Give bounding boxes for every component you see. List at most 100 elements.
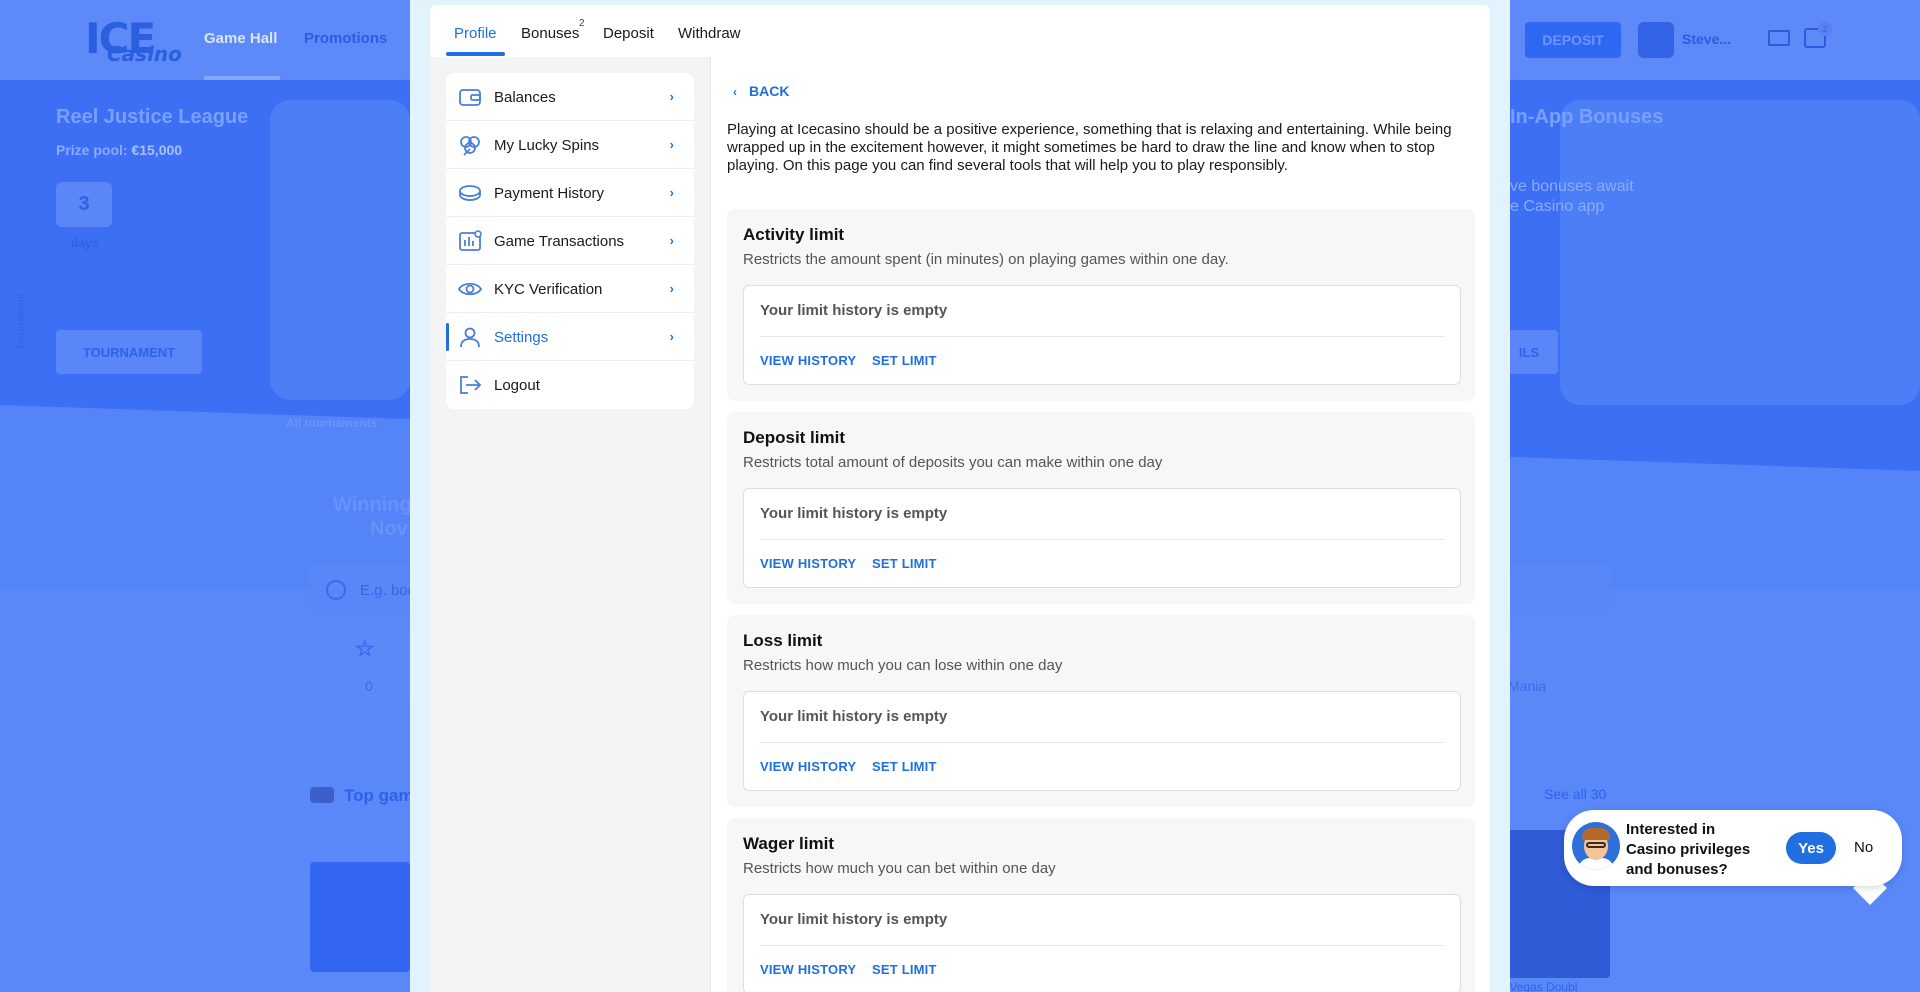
- wallet-icon: [458, 86, 482, 108]
- set-limit-button[interactable]: SET LIMIT: [872, 962, 937, 977]
- profile-menu: Balances › My Lucky Spins › Payment Hist…: [446, 73, 694, 409]
- menu-item-lucky-spins[interactable]: My Lucky Spins ›: [446, 121, 694, 169]
- chevron-right-icon: ›: [669, 233, 674, 248]
- days-label: days: [71, 236, 99, 250]
- gift-badge: 2: [1818, 22, 1832, 36]
- eye-icon: [457, 278, 483, 300]
- view-history-button[interactable]: VIEW HISTORY: [760, 759, 856, 774]
- promo-line-1: ve bonuses await: [1510, 178, 1634, 195]
- view-history-button[interactable]: VIEW HISTORY: [760, 353, 856, 368]
- coins-icon: [458, 182, 482, 204]
- limit-title: Deposit limit: [743, 428, 846, 447]
- deposit-limit-card: Deposit limit Restricts total amount of …: [727, 412, 1475, 604]
- responsible-gaming-intro: Playing at Icecasino should be a positiv…: [727, 121, 1452, 174]
- menu-item-game-transactions[interactable]: Game Transactions ›: [446, 217, 694, 265]
- nav-promotions[interactable]: Promotions: [304, 30, 387, 47]
- logout-icon: [458, 374, 482, 396]
- prompt-message: Interested in Casino privileges and bonu…: [1626, 821, 1751, 878]
- menu-item-label: Settings: [494, 329, 549, 346]
- menu-item-label: Game Transactions: [494, 233, 625, 250]
- chevron-right-icon: ›: [669, 329, 674, 344]
- chevron-left-icon: ‹: [733, 85, 737, 99]
- set-limit-button[interactable]: SET LIMIT: [872, 353, 937, 368]
- limit-description: Restricts how much you can lose within o…: [743, 657, 1063, 674]
- game-thumbnail[interactable]: [310, 862, 410, 972]
- limit-history-box: Your limit history is empty VIEW HISTORY…: [743, 285, 1461, 385]
- tab-profile[interactable]: Profile: [454, 25, 497, 42]
- limit-description: Restricts how much you can bet within on…: [743, 860, 1056, 877]
- menu-item-kyc-verification[interactable]: KYC Verification ›: [446, 265, 694, 313]
- menu-item-balances[interactable]: Balances ›: [446, 73, 694, 121]
- menu-item-logout[interactable]: Logout: [446, 361, 694, 409]
- divider: [760, 742, 1444, 743]
- bar-chart-icon: [458, 230, 482, 252]
- back-label: BACK: [749, 83, 790, 99]
- tab-bonuses[interactable]: Bonuses: [521, 25, 579, 42]
- tournament-vertical-label: Tournament: [16, 292, 27, 350]
- limit-empty-message: Your limit history is empty: [760, 302, 948, 319]
- chevron-right-icon: ›: [669, 185, 674, 200]
- menu-item-label: Balances: [494, 89, 556, 106]
- all-tournaments-link[interactable]: All tournaments: [286, 416, 377, 430]
- chevron-right-icon: ›: [669, 137, 674, 152]
- winning-heading-1: Winning: [333, 494, 412, 516]
- activity-limit-card: Activity limit Restricts the amount spen…: [727, 209, 1475, 401]
- game-title: s Vegas Doubl: [1500, 980, 1578, 992]
- menu-item-label: My Lucky Spins: [494, 137, 600, 154]
- prize-value: €15,000: [131, 142, 183, 158]
- search-placeholder[interactable]: E.g. boo: [360, 582, 416, 599]
- top-games-heading: Top gam: [344, 786, 414, 805]
- chevron-right-icon: ›: [669, 89, 674, 104]
- divider: [760, 945, 1444, 946]
- set-limit-button[interactable]: SET LIMIT: [872, 556, 937, 571]
- flag-icon: [310, 787, 334, 803]
- tab-withdraw[interactable]: Withdraw: [678, 25, 741, 42]
- limit-title: Activity limit: [743, 225, 845, 244]
- wager-limit-card: Wager limit Restricts how much you can b…: [727, 818, 1475, 992]
- yes-button[interactable]: Yes: [1786, 832, 1836, 864]
- tournament-button[interactable]: TOURNAMENT: [56, 330, 202, 374]
- limit-title: Wager limit: [743, 834, 834, 853]
- tab-deposit[interactable]: Deposit: [603, 25, 654, 42]
- user-icon: [458, 326, 482, 348]
- header-deposit-button[interactable]: DEPOSIT: [1525, 22, 1621, 58]
- no-button[interactable]: No: [1854, 839, 1873, 856]
- chevron-right-icon: ›: [669, 281, 674, 296]
- promo-line-2: e Casino app: [1510, 198, 1605, 215]
- active-tab-indicator: [446, 52, 505, 56]
- limit-description: Restricts total amount of deposits you c…: [743, 454, 1163, 471]
- promo-image: [1560, 100, 1920, 405]
- limit-history-box: Your limit history is empty VIEW HISTORY…: [743, 894, 1461, 992]
- view-history-button[interactable]: VIEW HISTORY: [760, 962, 856, 977]
- bonuses-count-badge: 2: [579, 18, 585, 29]
- prize-label: Prize pool:: [56, 142, 128, 158]
- category-label: Mania: [1508, 678, 1547, 694]
- loss-limit-card: Loss limit Restricts how much you can lo…: [727, 615, 1475, 807]
- back-button[interactable]: ‹ BACK: [733, 83, 789, 99]
- tournament-title: Reel Justice League: [56, 106, 249, 128]
- star-icon: ☆: [355, 636, 375, 661]
- modal-body: Balances › My Lucky Spins › Payment Hist…: [430, 57, 1490, 992]
- limit-history-box: Your limit history is empty VIEW HISTORY…: [743, 488, 1461, 588]
- see-all-link[interactable]: See all 30: [1544, 786, 1606, 802]
- days-counter: 3: [56, 182, 112, 227]
- mail-icon[interactable]: [1768, 30, 1790, 46]
- view-history-button[interactable]: VIEW HISTORY: [760, 556, 856, 571]
- winning-heading-2: Nov: [370, 518, 408, 540]
- avatar[interactable]: [1638, 22, 1674, 58]
- menu-item-settings[interactable]: Settings ›: [446, 313, 694, 361]
- limit-empty-message: Your limit history is empty: [760, 708, 948, 725]
- menu-item-label: KYC Verification: [494, 281, 603, 298]
- assistant-avatar: [1572, 822, 1620, 870]
- divider: [760, 336, 1444, 337]
- nav-game-hall[interactable]: Game Hall: [204, 30, 277, 47]
- divider: [760, 539, 1444, 540]
- limit-description: Restricts the amount spent (in minutes) …: [743, 251, 1229, 268]
- limit-empty-message: Your limit history is empty: [760, 505, 948, 522]
- casino-privileges-prompt: Interested in Casino privileges and bonu…: [1564, 810, 1902, 886]
- username[interactable]: Steve...: [1682, 31, 1731, 47]
- clover-icon: [458, 134, 482, 156]
- limit-title: Loss limit: [743, 631, 823, 650]
- menu-item-payment-history[interactable]: Payment History ›: [446, 169, 694, 217]
- set-limit-button[interactable]: SET LIMIT: [872, 759, 937, 774]
